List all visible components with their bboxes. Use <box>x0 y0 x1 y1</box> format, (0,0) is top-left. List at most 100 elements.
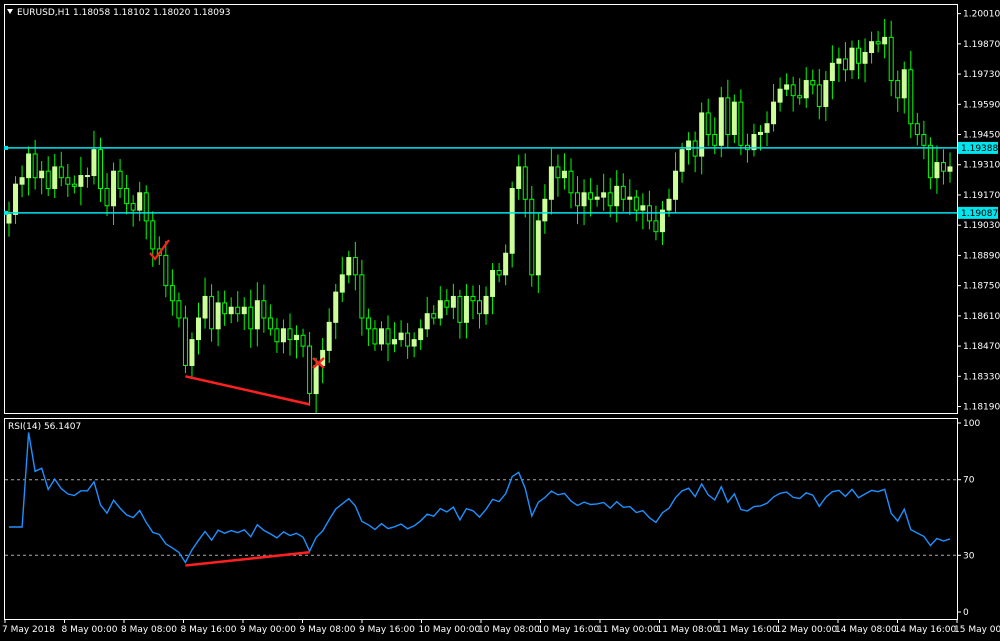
price-tick-label: 1.19870 <box>963 40 1000 50</box>
candle-body <box>516 166 522 189</box>
candle-body <box>228 306 234 315</box>
candle-body <box>581 192 587 207</box>
candle-body <box>725 97 731 136</box>
rsi-tick-label: 100 <box>963 419 980 429</box>
candle-body <box>189 339 195 367</box>
candle-body <box>463 295 469 323</box>
candle-body <box>777 88 783 103</box>
candle-body <box>940 162 946 172</box>
candle-body <box>757 131 763 136</box>
candle-body <box>254 300 260 330</box>
candle-body <box>810 80 816 86</box>
candle-body <box>934 162 940 179</box>
ohlc-label: 1.18058 1.18102 1.18020 1.18093 <box>73 8 230 18</box>
candle-body <box>19 177 25 185</box>
candle-body <box>836 58 842 64</box>
candle-body <box>535 220 541 276</box>
rsi-tick-label: 30 <box>963 551 975 561</box>
price-tick-label: 1.18190 <box>963 403 1000 413</box>
candle-body <box>385 328 391 345</box>
candle-body <box>470 295 476 302</box>
candle-body <box>215 302 221 330</box>
time-tick-label: 14 May 16:00 <box>895 625 957 635</box>
price-tick-label: 1.19450 <box>963 131 1000 141</box>
candle-body <box>313 365 319 395</box>
candle-body <box>816 84 822 107</box>
level-price-label: 1.19388 <box>961 144 998 154</box>
candle-body <box>477 300 482 315</box>
candle-body <box>411 339 417 347</box>
candle-body <box>496 270 502 276</box>
level-handle[interactable] <box>4 145 8 150</box>
candle-body <box>914 123 920 136</box>
time-tick-label: 15 May 00:00 <box>954 625 1000 635</box>
candle-body <box>731 101 737 136</box>
candle-body <box>601 192 607 198</box>
candle-body <box>575 192 581 207</box>
time-tick-label: 12 May 00:00 <box>776 625 838 635</box>
candle-body <box>359 274 365 319</box>
chart[interactable]: 1.20010 1.19870 1.19730 1.19590 1.19450 1.193… <box>0 0 1000 641</box>
price-tick-label: 1.19590 <box>963 100 1000 110</box>
candle-body <box>620 185 626 200</box>
candle-body <box>673 170 679 200</box>
candle-body <box>444 300 450 308</box>
candle-body <box>712 134 718 146</box>
candle-body <box>372 328 378 345</box>
candle-body <box>705 112 711 136</box>
time-tick-label: 11 May 16:00 <box>716 625 778 635</box>
candle-body <box>679 149 685 172</box>
candle-body <box>633 196 639 211</box>
price-tick-label: 1.18750 <box>963 282 1000 292</box>
candle-body <box>784 84 790 90</box>
time-tick-label: 8 May 16:00 <box>181 625 237 635</box>
time-tick-label: 10 May 16:00 <box>538 625 600 635</box>
candle-body <box>117 170 123 189</box>
candle-body <box>32 153 38 179</box>
time-tick-label: 8 May 08:00 <box>121 625 177 635</box>
candle-body <box>666 198 672 211</box>
candle-body <box>163 254 169 287</box>
candle-body <box>196 317 202 341</box>
candle-body <box>124 187 130 205</box>
time-tick-label: 7 May 2018 <box>2 625 55 635</box>
candle-body <box>509 187 515 254</box>
price-tick-label: 1.19730 <box>963 70 1000 80</box>
candle-body <box>529 198 535 276</box>
candle-body <box>699 112 705 157</box>
price-tick-label: 1.18610 <box>963 312 1000 322</box>
candle-body <box>548 166 554 200</box>
rsi-label: RSI(14) 56.1407 <box>8 422 81 432</box>
candle-body <box>842 58 848 71</box>
level-handle[interactable] <box>4 210 8 215</box>
candle-body <box>921 134 927 146</box>
candle-body <box>640 205 646 211</box>
candle-body <box>490 270 496 297</box>
candle-body <box>267 317 273 330</box>
candle-body <box>437 300 443 319</box>
candle-body <box>561 170 567 179</box>
price-tick-label: 1.19030 <box>963 221 1000 231</box>
candle-body <box>895 80 901 99</box>
symbol-label: EURUSD,H1 <box>17 8 70 18</box>
candle-body <box>803 80 809 99</box>
candle-body <box>790 84 796 97</box>
candle-body <box>333 291 339 323</box>
candle-body <box>607 192 613 207</box>
candle-body <box>398 332 404 341</box>
time-tick-label: 10 May 00:00 <box>419 625 481 635</box>
candle-body <box>39 170 45 179</box>
price-tick-label: 1.18330 <box>963 372 1000 382</box>
candle-body <box>143 192 149 222</box>
time-tick-label: 10 May 08:00 <box>478 625 540 635</box>
candle-body <box>764 123 770 133</box>
candle-body <box>202 295 208 319</box>
candle-body <box>169 285 175 302</box>
candle-body <box>771 101 777 125</box>
candle-body <box>84 175 90 178</box>
candle-body <box>176 300 182 319</box>
candle-body <box>97 149 103 189</box>
candle-body <box>287 328 293 341</box>
time-tick-label: 8 May 00:00 <box>62 625 118 635</box>
candle-body <box>45 170 51 189</box>
